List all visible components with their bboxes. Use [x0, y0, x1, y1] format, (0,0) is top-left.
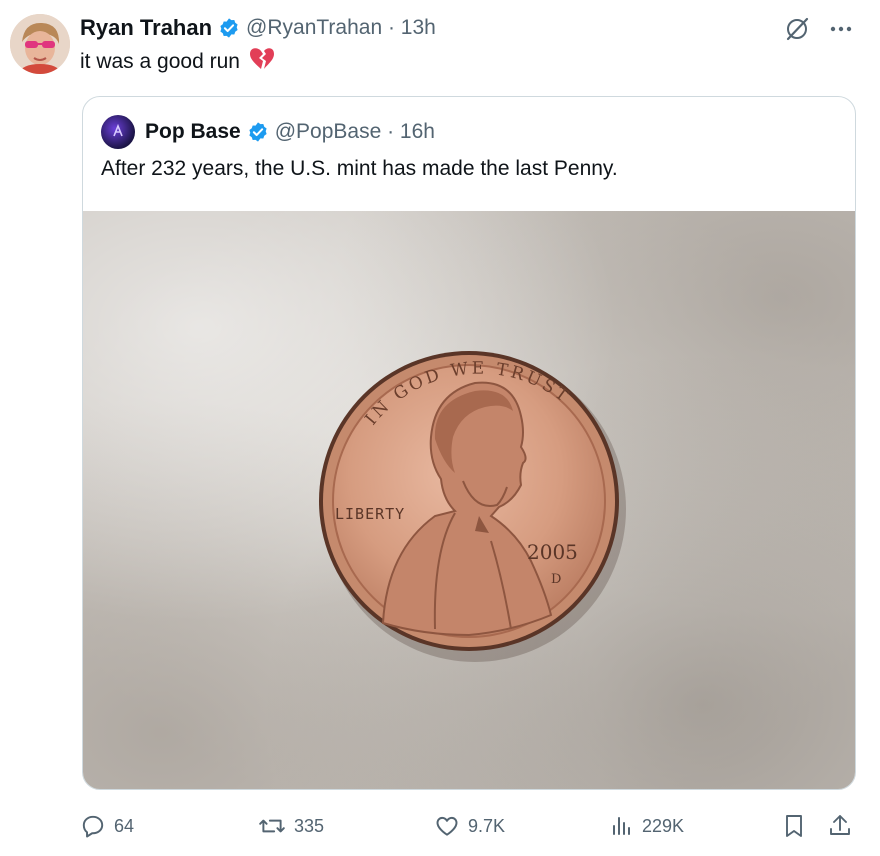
repost-icon: [259, 819, 285, 833]
bookmark-button[interactable]: [782, 808, 806, 844]
post-top-actions: [782, 14, 856, 44]
quoted-post-header: Pop Base @PopBase · 16h: [101, 115, 435, 149]
quoted-post-card[interactable]: Pop Base @PopBase · 16h After 232 years,…: [82, 96, 856, 790]
author-avatar[interactable]: [10, 14, 70, 74]
coin-year-text: 2005: [527, 540, 578, 564]
like-count: 9.7K: [468, 815, 506, 836]
coin-liberty-text: LIBERTY: [335, 505, 405, 523]
post-text-content: it was a good run: [80, 50, 240, 73]
penny-coin-image: IN GOD WE TRUST LIBERTY 2005 D: [319, 351, 626, 662]
post-action-bar: 64 335 9.7K 229K: [80, 808, 860, 844]
views-chart-icon: [613, 817, 630, 835]
reply-icon: [82, 815, 104, 838]
post-header: Ryan Trahan @RyanTrahan · 13h: [80, 14, 436, 42]
coin-mint-mark-text: D: [551, 572, 561, 587]
views-count: 229K: [642, 815, 685, 836]
broken-heart-emoji-icon: [248, 47, 276, 77]
quoted-post-image[interactable]: IN GOD WE TRUST LIBERTY 2005 D: [83, 211, 855, 789]
quoted-author-avatar: [101, 115, 135, 149]
grok-icon[interactable]: [782, 14, 812, 44]
share-icon: [830, 815, 850, 835]
repost-button[interactable]: 335: [258, 808, 324, 844]
quoted-author-handle-time: @PopBase · 16h: [274, 120, 435, 143]
more-options-icon[interactable]: [826, 14, 856, 44]
quoted-verified-badge-icon: [247, 121, 269, 143]
quoted-post-text: After 232 years, the U.S. mint has made …: [101, 157, 618, 180]
author-handle-time[interactable]: @RyanTrahan · 13h: [246, 16, 436, 40]
quoted-author-name: Pop Base: [145, 120, 241, 143]
reply-count: 64: [114, 815, 135, 836]
heart-icon: [436, 816, 458, 836]
post-text: it was a good run: [80, 47, 276, 77]
reply-button[interactable]: 64: [80, 808, 134, 844]
share-button[interactable]: [828, 808, 852, 844]
like-button[interactable]: 9.7K: [434, 808, 505, 844]
author-name[interactable]: Ryan Trahan: [80, 15, 212, 41]
views-button[interactable]: 229K: [610, 808, 684, 844]
verified-badge-icon: [218, 17, 240, 39]
repost-count: 335: [294, 815, 325, 836]
bookmark-icon: [786, 815, 802, 837]
